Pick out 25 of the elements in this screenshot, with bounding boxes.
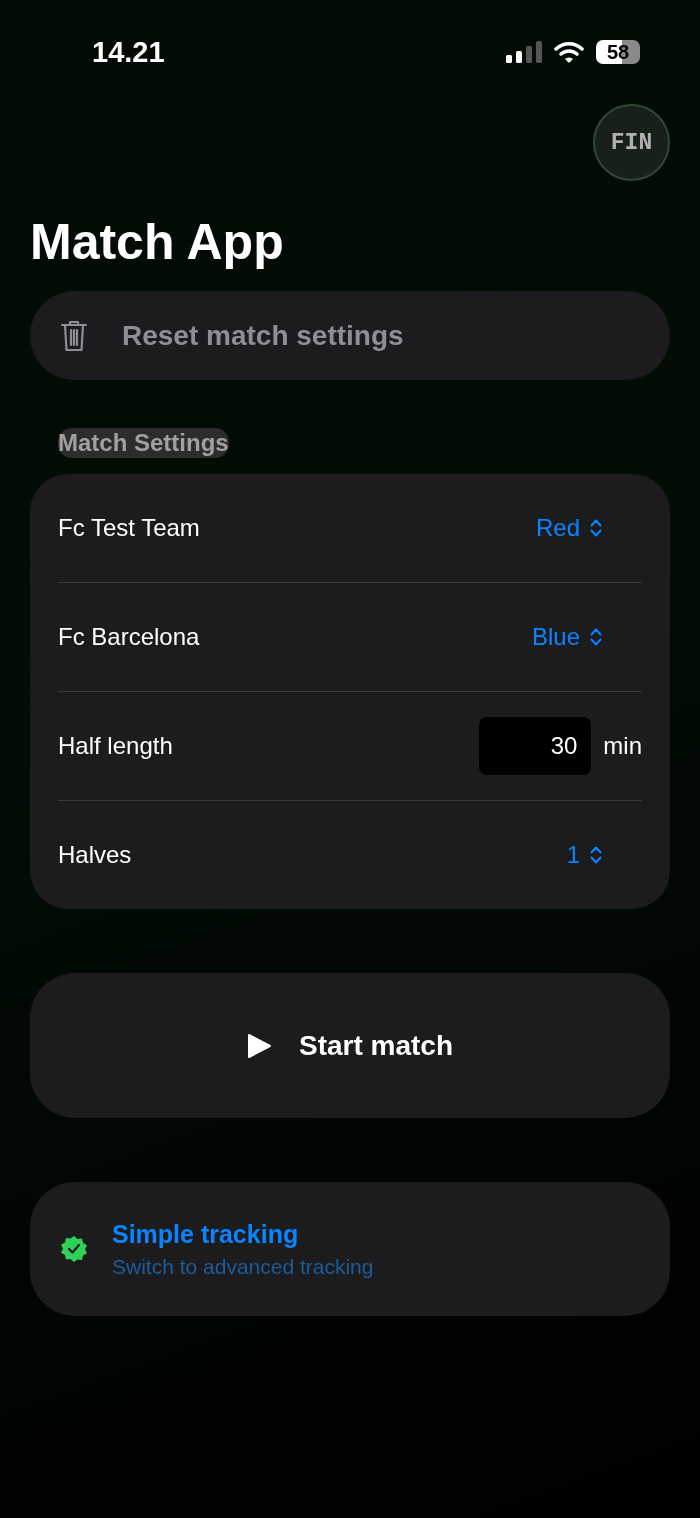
setting-label: Fc Barcelona xyxy=(58,623,200,651)
chevron-updown-icon xyxy=(590,518,602,538)
reset-button[interactable]: Reset match settings xyxy=(30,291,670,380)
status-time: 14.21 xyxy=(92,35,165,69)
picker-button[interactable]: Red xyxy=(535,514,602,542)
chevron-updown-icon xyxy=(590,845,602,865)
page-title: Match App xyxy=(30,213,285,271)
verified-badge-icon xyxy=(60,1235,88,1263)
trash-icon xyxy=(60,318,88,353)
picker-button[interactable]: Blue xyxy=(531,623,602,651)
tracking-button[interactable]: Simple tracking Switch to advanced tracking xyxy=(30,1182,670,1316)
fin-button[interactable]: FIN xyxy=(593,104,670,181)
signal-icon xyxy=(506,41,542,63)
setting-label: Half length xyxy=(58,732,173,760)
wifi-icon xyxy=(554,41,584,63)
number-field[interactable]: 30 xyxy=(479,717,592,775)
play-icon xyxy=(246,1032,271,1059)
setting-label: Fc Test Team xyxy=(58,514,200,542)
start-button[interactable]: Start match xyxy=(30,973,670,1118)
picker-button[interactable]: 1 xyxy=(566,841,602,869)
battery-level: 58 xyxy=(606,40,630,64)
unit-label: min xyxy=(603,732,642,760)
section-header: Match Settings xyxy=(58,428,229,458)
setting-label: Halves xyxy=(58,841,132,869)
chevron-updown-icon xyxy=(590,627,602,647)
